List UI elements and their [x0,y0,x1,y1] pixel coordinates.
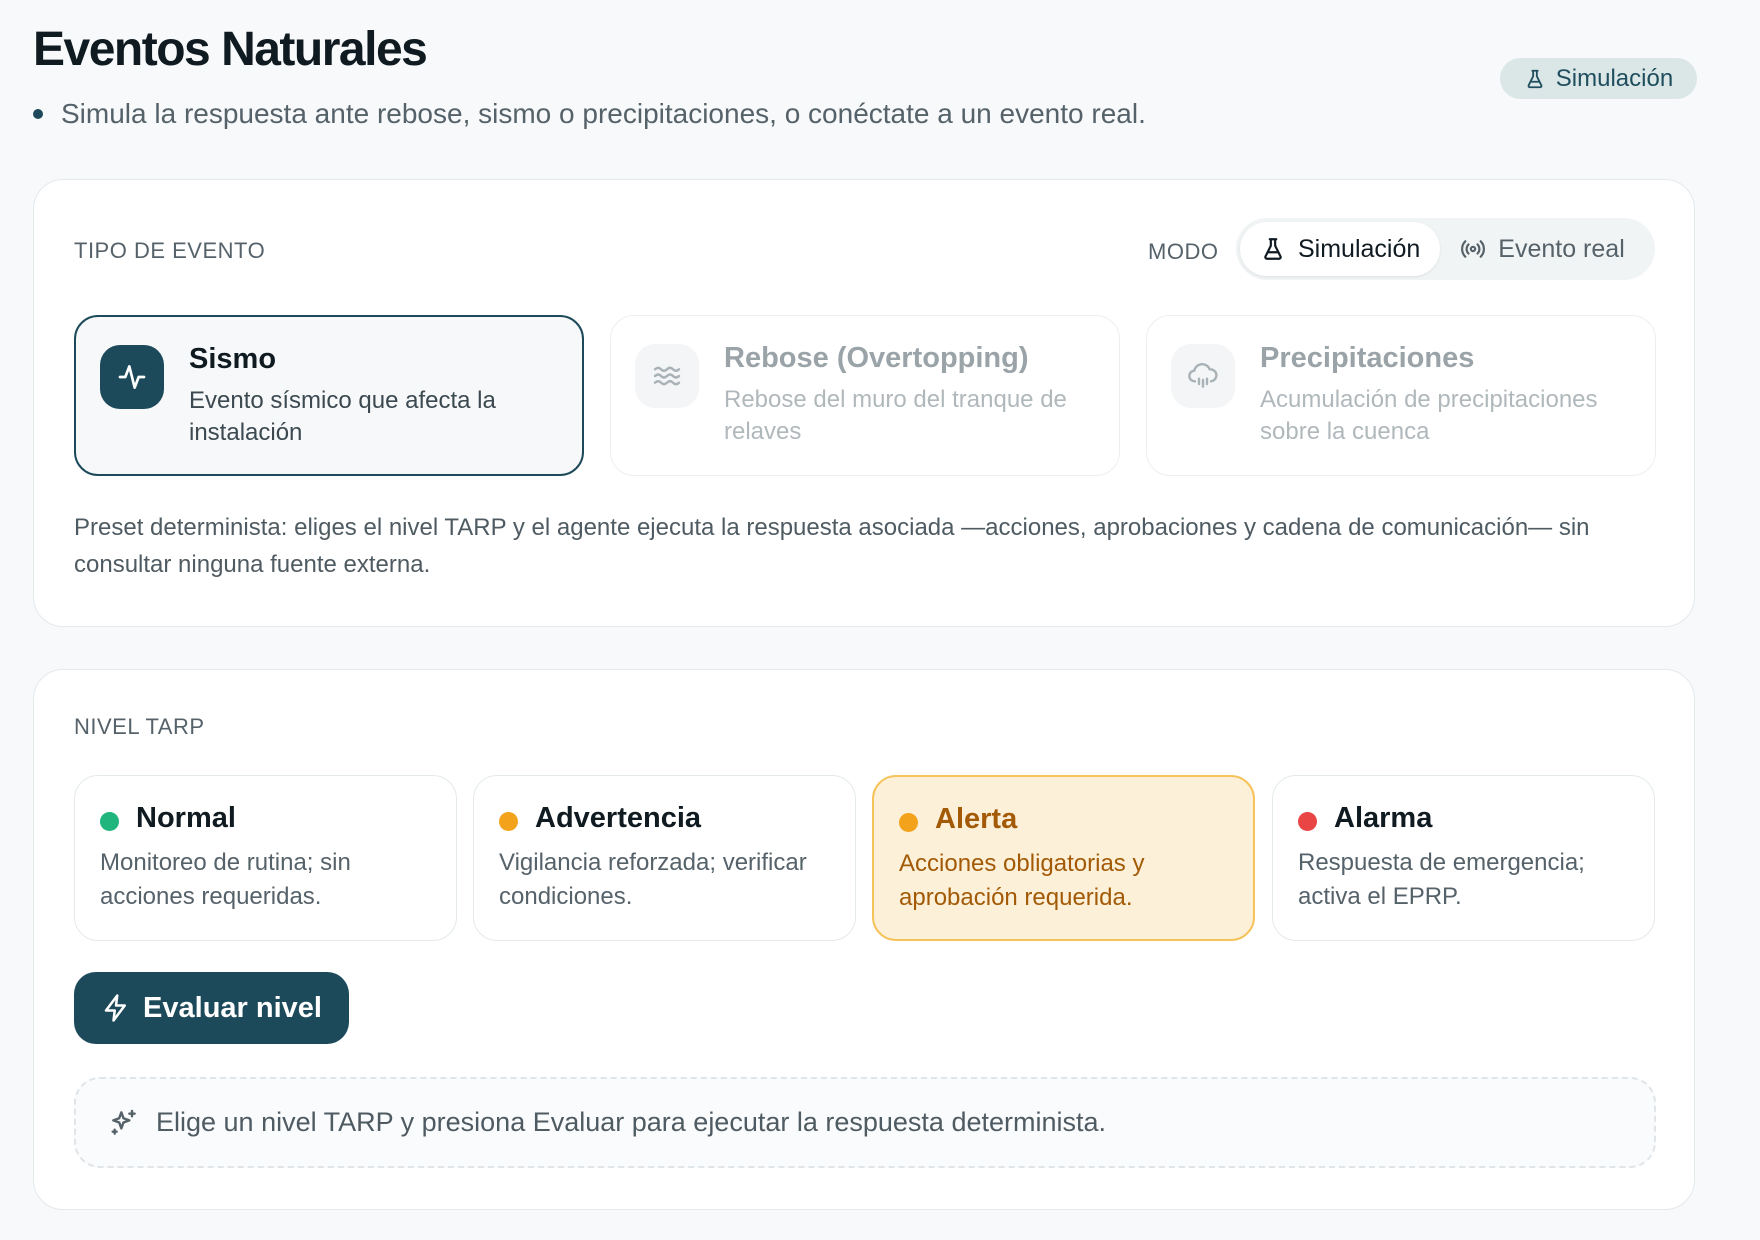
preset-description: Preset determinista: eliges el nivel TAR… [74,514,1590,578]
mode-option-real-event[interactable]: Evento real [1440,222,1644,276]
event-tile-title: Sismo [189,343,277,375]
cloud-rain-icon [1188,362,1218,388]
mode-label: MODO [1148,239,1219,264]
tarp-tile-name: Alerta [935,803,1018,835]
flask-icon [1264,238,1282,260]
waves-icon [653,366,681,386]
flask-icon [1527,69,1543,88]
broadcast-icon [1461,240,1486,258]
simulation-badge: Simulación [1500,58,1697,99]
mode-toggle: Simulación Evento real [1236,218,1655,280]
bullet-dot [33,109,43,119]
sparkles-icon [111,1109,136,1135]
tarp-tile-desc: Vigilancia reforzada; verificar condicio… [499,849,807,910]
event-tile-precipitaciones[interactable]: Precipitaciones Acumulación de precipita… [1146,315,1656,476]
event-tile-sismo[interactable]: Sismo Evento sísmico que afecta la insta… [74,315,584,476]
event-tile-title: Rebose (Overtopping) [724,342,1029,374]
event-tile-desc: Evento sísmico que afecta la instalación [189,387,496,446]
status-dot [499,812,518,831]
tarp-tile-name: Advertencia [535,802,702,834]
event-icon-box [1171,344,1235,408]
status-dot [100,812,119,831]
event-type-label: TIPO DE EVENTO [74,238,266,263]
evaluation-hint: Elige un nivel TARP y presiona Evaluar p… [74,1077,1656,1168]
tarp-tile-name: Alarma [1334,802,1433,834]
activity-icon [118,365,146,389]
evaluate-level-label: Evaluar nivel [143,991,322,1024]
mode-option-label: Simulación [1298,234,1421,263]
event-tile-title: Precipitaciones [1260,342,1475,374]
simulation-badge-label: Simulación [1555,64,1674,92]
event-tile-rebose[interactable]: Rebose (Overtopping) Rebose del muro del… [610,315,1120,476]
page-subtitle-text: Simula la respuesta ante rebose, sismo o… [61,98,1146,129]
mode-option-label: Evento real [1498,234,1625,263]
tarp-tile-alerta[interactable]: Alerta Acciones obligatorias y aprobació… [872,775,1255,941]
event-icon-box [100,345,164,409]
evaluation-hint-text: Elige un nivel TARP y presiona Evaluar p… [156,1107,1107,1137]
evaluate-level-button[interactable]: Evaluar nivel [74,972,349,1044]
event-icon-box [635,344,699,408]
tarp-tile-advertencia[interactable]: Advertencia Vigilancia reforzada; verifi… [473,775,856,941]
event-tile-desc: Acumulación de precipitaciones sobre la … [1260,386,1598,445]
mode-option-simulation[interactable]: Simulación [1240,222,1441,276]
page-title: Eventos Naturales [33,23,428,76]
tarp-tile-desc: Monitoreo de rutina; sin acciones requer… [100,849,351,910]
tarp-tile-desc: Acciones obligatorias y aprobación reque… [899,850,1145,911]
tarp-tile-desc: Respuesta de emergencia; activa el EPRP. [1298,849,1585,910]
tarp-level-card: NIVEL TARP Normal Monitoreo de rutina; s… [33,669,1695,1210]
tarp-tile-alarma[interactable]: Alarma Respuesta de emergencia; activa e… [1272,775,1655,941]
tarp-level-label: NIVEL TARP [74,714,205,739]
event-tile-desc: Rebose del muro del tranque de relaves [724,386,1067,445]
status-dot [899,813,918,832]
status-dot [1298,812,1317,831]
zap-icon [104,994,127,1022]
event-type-card: TIPO DE EVENTO MODO Simulación Evento re… [33,179,1695,627]
tarp-tile-normal[interactable]: Normal Monitoreo de rutina; sin acciones… [74,775,457,941]
tarp-tile-name: Normal [136,802,236,834]
page-subtitle: Simula la respuesta ante rebose, sismo o… [33,98,1146,130]
